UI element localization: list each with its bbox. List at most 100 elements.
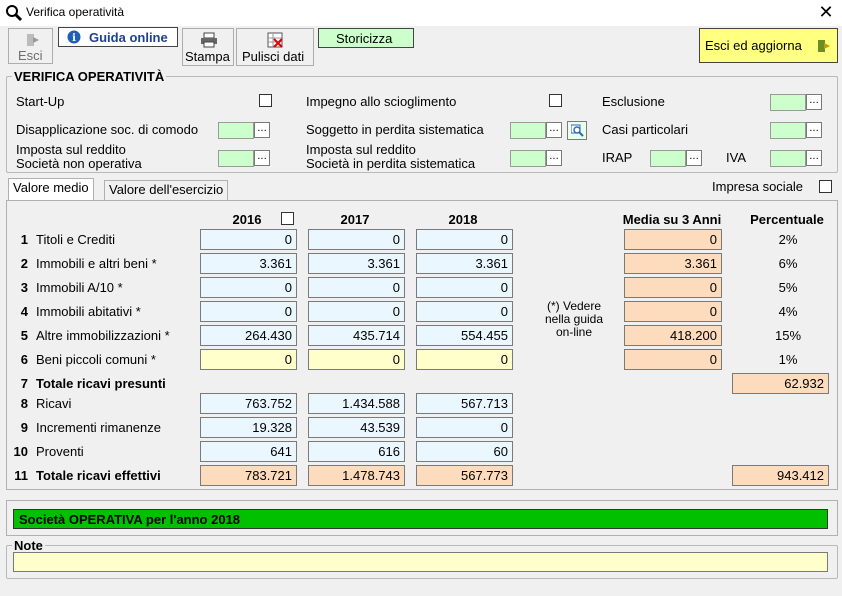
casi-field[interactable] bbox=[770, 122, 806, 139]
header-percentuale: Percentuale bbox=[750, 212, 824, 227]
tab-valore-esercizio[interactable]: Valore dell'esercizio bbox=[104, 180, 229, 200]
tab-valore-medio[interactable]: Valore medio bbox=[8, 178, 94, 200]
value-cell[interactable]: 641 bbox=[200, 441, 297, 462]
row-label: Titoli e Crediti bbox=[36, 232, 115, 247]
value-cell[interactable]: 763.752 bbox=[200, 393, 297, 414]
status-text: Società OPERATIVA per l'anno 2018 bbox=[19, 512, 241, 527]
value-cell[interactable]: 0 bbox=[416, 417, 513, 438]
value-cell[interactable]: 0 bbox=[200, 277, 297, 298]
disapplicazione-picker-button[interactable]: ... bbox=[254, 122, 270, 138]
value-cell[interactable]: 1.478.743 bbox=[308, 465, 405, 486]
pulisci-dati-button[interactable]: Pulisci dati bbox=[236, 28, 314, 66]
value-cell[interactable]: 0 bbox=[416, 349, 513, 370]
value-cell[interactable]: 43.539 bbox=[308, 417, 405, 438]
row-number: 2 bbox=[20, 256, 28, 271]
row-number: 1 bbox=[20, 232, 28, 247]
value-cell[interactable]: 0 bbox=[200, 349, 297, 370]
soggetto-field[interactable] bbox=[510, 122, 546, 139]
irap-picker-button[interactable]: ... bbox=[686, 150, 702, 166]
percentage-text: 15% bbox=[774, 328, 802, 343]
imposta-non-op-field[interactable] bbox=[218, 150, 254, 167]
row-number: 4 bbox=[20, 304, 28, 319]
value-cell[interactable]: 0 bbox=[200, 229, 297, 250]
row-number: 6 bbox=[20, 352, 28, 367]
stampa-button[interactable]: Stampa bbox=[182, 28, 234, 66]
imposta-non-op-picker-button[interactable]: ... bbox=[254, 150, 270, 166]
row-number: 11 bbox=[14, 468, 28, 483]
value-cell[interactable]: 783.721 bbox=[200, 465, 297, 486]
row-number: 10 bbox=[13, 444, 28, 459]
row-number: 3 bbox=[20, 280, 28, 295]
guida-online-button[interactable]: i Guida online bbox=[58, 27, 178, 47]
close-icon[interactable]: ✕ bbox=[812, 0, 840, 26]
value-cell[interactable]: 0 bbox=[308, 349, 405, 370]
clear-grid-icon bbox=[267, 32, 283, 48]
value-cell[interactable]: 554.455 bbox=[416, 325, 513, 346]
esclusione-field[interactable] bbox=[770, 94, 806, 111]
percentage-text: 4% bbox=[778, 304, 798, 319]
iva-picker-button[interactable]: ... bbox=[806, 150, 822, 166]
value-cell[interactable]: 0 bbox=[308, 301, 405, 322]
row-label: Proventi bbox=[36, 444, 84, 459]
value-cell[interactable]: 0 bbox=[416, 277, 513, 298]
row-label: Incrementi rimanenze bbox=[36, 420, 161, 435]
magnifier-icon bbox=[6, 5, 23, 22]
value-cell[interactable]: 0 bbox=[416, 229, 513, 250]
value-cell[interactable]: 3.361 bbox=[308, 253, 405, 274]
start-up-label: Start-Up bbox=[16, 94, 65, 109]
imposta-perdita-label-2: Società in perdita sistematica bbox=[306, 156, 476, 171]
esclusione-picker-button[interactable]: ... bbox=[806, 94, 822, 110]
exit-update-icon bbox=[818, 40, 830, 52]
irap-field[interactable] bbox=[650, 150, 686, 167]
percentage-text: 5% bbox=[778, 280, 798, 295]
header-2018: 2018 bbox=[448, 212, 478, 227]
start-up-checkbox[interactable] bbox=[259, 94, 272, 107]
casi-picker-button[interactable]: ... bbox=[806, 122, 822, 138]
media-cell: 418.200 bbox=[624, 325, 722, 346]
value-cell[interactable]: 1.434.588 bbox=[308, 393, 405, 414]
value-cell[interactable]: 567.773 bbox=[416, 465, 513, 486]
imposta-perdita-label-1: Imposta sul reddito bbox=[306, 142, 416, 157]
row-label: Immobili e altri beni * bbox=[36, 256, 157, 271]
total-cell: 62.932 bbox=[732, 373, 829, 394]
imposta-perdita-field[interactable] bbox=[510, 150, 546, 167]
row-label: Beni piccoli comuni * bbox=[36, 352, 156, 367]
percentage-text: 2% bbox=[778, 232, 798, 247]
impresa-sociale-checkbox[interactable] bbox=[819, 180, 832, 193]
value-cell[interactable]: 616 bbox=[308, 441, 405, 462]
esci-aggiorna-button[interactable]: Esci ed aggiorna bbox=[699, 28, 838, 63]
impresa-sociale-label: Impresa sociale bbox=[712, 179, 804, 194]
soggetto-picker-button[interactable]: ... bbox=[546, 122, 562, 138]
imposta-perdita-picker-button[interactable]: ... bbox=[546, 150, 562, 166]
header-media: Media su 3 Anni bbox=[622, 212, 722, 227]
footnote-line-2: nella guida bbox=[544, 312, 604, 326]
header-2017: 2017 bbox=[340, 212, 370, 227]
value-cell[interactable]: 567.713 bbox=[416, 393, 513, 414]
value-cell[interactable]: 0 bbox=[416, 301, 513, 322]
footnote-line-3: on-line bbox=[555, 325, 593, 339]
value-cell[interactable]: 435.714 bbox=[308, 325, 405, 346]
impegno-checkbox[interactable] bbox=[549, 94, 562, 107]
irap-label: IRAP bbox=[602, 150, 633, 165]
year-2016-checkbox[interactable] bbox=[281, 212, 294, 225]
row-number: 5 bbox=[20, 328, 28, 343]
storicizza-button[interactable]: Storicizza bbox=[318, 28, 414, 48]
value-cell[interactable]: 3.361 bbox=[416, 253, 513, 274]
value-cell[interactable]: 0 bbox=[308, 277, 405, 298]
value-cell[interactable]: 264.430 bbox=[200, 325, 297, 346]
disapplicazione-field[interactable] bbox=[218, 122, 254, 139]
note-field[interactable] bbox=[13, 552, 828, 572]
value-cell[interactable]: 0 bbox=[308, 229, 405, 250]
media-cell: 0 bbox=[624, 229, 722, 250]
iva-field[interactable] bbox=[770, 150, 806, 167]
esci-button[interactable]: Esci bbox=[8, 28, 53, 64]
soggetto-search-button[interactable] bbox=[567, 121, 587, 140]
value-cell[interactable]: 3.361 bbox=[200, 253, 297, 274]
row-number: 8 bbox=[20, 396, 28, 411]
info-icon: i bbox=[67, 30, 81, 44]
value-cell[interactable]: 19.328 bbox=[200, 417, 297, 438]
imposta-non-op-label-1: Imposta sul reddito bbox=[16, 142, 126, 157]
svg-text:i: i bbox=[72, 33, 76, 44]
value-cell[interactable]: 60 bbox=[416, 441, 513, 462]
value-cell[interactable]: 0 bbox=[200, 301, 297, 322]
